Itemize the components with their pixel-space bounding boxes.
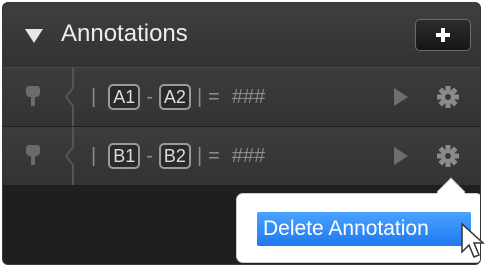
pipe-symbol: | <box>196 85 203 108</box>
annotation-row[interactable]: | B1 - B2 | = ### <box>3 127 480 186</box>
collapse-triangle-icon[interactable] <box>25 29 43 43</box>
annotation-row[interactable]: | A1 - A2 | = ### <box>3 68 480 127</box>
pin-icon[interactable] <box>25 86 41 108</box>
annotations-panel: Annotations | A1 - A2 | = ### | B1 - B2 … <box>2 2 481 265</box>
panel-title: Annotations <box>61 20 188 47</box>
gear-popup-menu: Delete Annotation <box>237 178 480 262</box>
add-annotation-button[interactable] <box>415 19 471 51</box>
row-notch-divider <box>65 68 74 126</box>
range-separator: - <box>146 144 153 167</box>
start-cell-ref[interactable]: A1 <box>108 84 141 110</box>
panel-header[interactable]: Annotations <box>3 3 480 68</box>
pipe-symbol: | <box>196 144 203 167</box>
plus-icon <box>436 28 450 42</box>
row-notch-divider <box>65 127 74 185</box>
range-separator: - <box>146 85 153 108</box>
start-cell-ref[interactable]: B1 <box>108 143 141 169</box>
equals-symbol: = <box>208 85 220 108</box>
pipe-symbol: | <box>91 144 97 167</box>
play-icon[interactable] <box>394 147 408 165</box>
annotation-result: ### <box>231 144 266 167</box>
end-cell-ref[interactable]: B2 <box>158 143 191 169</box>
annotation-expression: | B1 - B2 | = ### <box>91 142 265 170</box>
annotation-expression: | A1 - A2 | = ### <box>91 83 265 111</box>
gear-icon[interactable] <box>433 82 463 112</box>
equals-symbol: = <box>208 144 220 167</box>
annotation-result: ### <box>231 85 266 108</box>
end-cell-ref[interactable]: A2 <box>158 84 191 110</box>
pipe-symbol: | <box>91 85 97 108</box>
mouse-cursor-icon <box>461 222 485 258</box>
gear-icon[interactable] <box>433 141 463 171</box>
pin-icon[interactable] <box>25 145 41 167</box>
delete-annotation-button[interactable]: Delete Annotation <box>257 212 471 246</box>
play-icon[interactable] <box>394 88 408 106</box>
